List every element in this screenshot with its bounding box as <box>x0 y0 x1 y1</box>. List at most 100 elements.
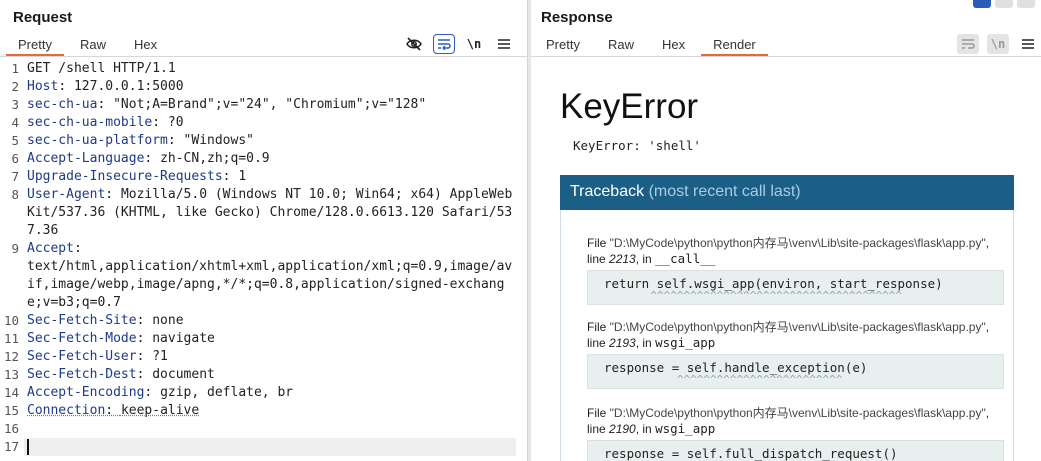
tab-pretty[interactable]: Pretty <box>532 36 594 56</box>
line-content: Sec-Fetch-Mode: navigate <box>24 330 527 348</box>
error-message: KeyError: 'shell' <box>573 138 701 153</box>
line-number: 16 <box>3 421 19 436</box>
header-value: GET /shell HTTP/1.1 <box>27 61 176 76</box>
wrap-lines-icon[interactable] <box>433 34 455 54</box>
request-tabs: Pretty Raw Hex <box>4 36 171 56</box>
frame-path: "D:\MyCode\python\python内存马\venv\Lib\sit… <box>609 406 986 420</box>
hamburger-menu-icon[interactable] <box>493 34 515 54</box>
line-number: 12 <box>3 349 19 364</box>
frame-code: return self.wsgi_app(environ, start_resp… <box>587 270 1004 305</box>
line-content: sec-ch-ua-platform: "Windows" <box>24 132 527 150</box>
frame-carets: ^^^^^^^^^^^^^^^^^^^^^^^^^^^^^^^^^^^^^^ <box>604 289 903 302</box>
frame-carets: ^^^^^^^^^^^^^^^^^^^^^^^^^ <box>604 373 843 386</box>
request-toolbar: \n <box>403 34 515 54</box>
header-key: Accept-Encoding <box>27 385 145 400</box>
request-title: Request <box>13 9 73 26</box>
header-separator: : <box>105 403 121 418</box>
editor-line[interactable]: 8 User-Agent: Mozilla/5.0 (Windows NT 10.… <box>0 186 527 240</box>
frame-file-prefix: File <box>587 320 610 334</box>
tab-divider <box>531 56 1041 57</box>
editor-line[interactable]: 17 <box>0 438 527 456</box>
layout-horizontal-icon[interactable] <box>995 0 1013 8</box>
wrap-lines-icon[interactable] <box>957 34 979 54</box>
header-separator: : <box>222 169 239 184</box>
header-separator: : <box>136 367 153 382</box>
frame-function: wsgi_app <box>655 421 716 436</box>
traceback-frame: File "D:\MyCode\python\python内存马\venv\Li… <box>587 406 1004 461</box>
editor-line[interactable]: 7 Upgrade-Insecure-Requests: 1 <box>0 168 527 186</box>
editor-line[interactable]: 1 GET /shell HTTP/1.1 <box>0 60 527 78</box>
editor-line[interactable]: 6 Accept-Language: zh-CN,zh;q=0.9 <box>0 150 527 168</box>
header-separator: : <box>167 133 184 148</box>
tab-hex[interactable]: Hex <box>648 36 699 56</box>
header-key: User-Agent <box>27 187 106 202</box>
header-key: Sec-Fetch-Site <box>27 313 137 328</box>
traceback-body: File "D:\MyCode\python\python内存马\venv\Li… <box>560 210 1014 461</box>
layout-split-icon[interactable] <box>973 0 991 8</box>
traceback-header: Traceback (most recent call last) <box>560 175 1014 210</box>
eye-slash-icon[interactable] <box>403 34 425 54</box>
request-editor[interactable]: 1 GET /shell HTTP/1.1 2 Host: 127.0.0.1:500… <box>0 60 527 461</box>
newline-toggle-button[interactable]: \n <box>987 34 1009 54</box>
traceback-label: Traceback <box>570 183 645 200</box>
editor-line[interactable]: 5 sec-ch-ua-platform: "Windows" <box>0 132 527 150</box>
editor-line[interactable]: 2 Host: 127.0.0.1:5000 <box>0 78 527 96</box>
text-caret <box>27 439 29 455</box>
editor-line[interactable]: 9 Accept: text/html,application/xhtml+xml,… <box>0 240 527 312</box>
header-key: Sec-Fetch-User <box>27 349 137 364</box>
tab-pretty[interactable]: Pretty <box>4 36 66 56</box>
line-number: 11 <box>3 331 19 346</box>
header-value: ?0 <box>167 115 184 130</box>
header-separator: : <box>136 313 153 328</box>
editor-line[interactable]: 12 Sec-Fetch-User: ?1 <box>0 348 527 366</box>
newline-toggle-button[interactable]: \n <box>463 34 485 54</box>
frame-code-line: response = self.full_dispatch_request() <box>604 446 898 461</box>
layout-vertical-icon[interactable] <box>1017 0 1035 8</box>
tab-hex[interactable]: Hex <box>120 36 171 56</box>
editor-line[interactable]: 3 sec-ch-ua: "Not;A=Brand";v="24", "Chrom… <box>0 96 527 114</box>
line-number: 1 <box>11 61 19 76</box>
editor-line[interactable]: 10 Sec-Fetch-Site: none <box>0 312 527 330</box>
editor-line[interactable]: 16 <box>0 420 527 438</box>
hamburger-menu-icon[interactable] <box>1017 34 1039 54</box>
tab-raw[interactable]: Raw <box>66 36 120 56</box>
header-separator: : <box>105 187 121 202</box>
frame-path: "D:\MyCode\python\python内存马\venv\Lib\sit… <box>609 320 986 334</box>
frame-location: File "D:\MyCode\python\python内存马\venv\Li… <box>587 320 1004 351</box>
header-key: Accept <box>27 241 74 256</box>
editor-line[interactable]: 14 Accept-Encoding: gzip, deflate, br <box>0 384 527 402</box>
render-view: KeyError KeyError: 'shell' Traceback (mo… <box>531 60 1041 461</box>
tab-render[interactable]: Render <box>699 36 770 56</box>
header-key: Sec-Fetch-Mode <box>27 331 137 346</box>
editor-line[interactable]: 13 Sec-Fetch-Dest: document <box>0 366 527 384</box>
frame-file-prefix: File <box>587 406 610 420</box>
editor-line[interactable]: 15 Connection: keep-alive <box>0 402 527 420</box>
line-number: 9 <box>11 241 19 256</box>
editor-line[interactable]: 4 sec-ch-ua-mobile: ?0 <box>0 114 527 132</box>
line-number: 17 <box>3 439 19 454</box>
tab-raw[interactable]: Raw <box>594 36 648 56</box>
frame-location: File "D:\MyCode\python\python内存马\venv\Li… <box>587 406 1004 437</box>
header-value: ?1 <box>152 349 168 364</box>
error-title: KeyError <box>560 87 699 126</box>
header-separator: : <box>58 79 74 94</box>
frame-in-prefix: , in <box>635 252 656 266</box>
frame-path: "D:\MyCode\python\python内存马\venv\Lib\sit… <box>609 236 986 250</box>
header-value: gzip, deflate, br <box>160 385 294 400</box>
header-value: document <box>152 367 215 382</box>
header-key: Accept-Language <box>27 151 145 166</box>
line-content: GET /shell HTTP/1.1 <box>24 60 527 78</box>
header-separator: : <box>152 115 168 130</box>
line-number: 10 <box>3 313 19 328</box>
frame-location: File "D:\MyCode\python\python内存马\venv\Li… <box>587 236 1004 267</box>
response-title: Response <box>541 9 613 26</box>
header-separator: : <box>97 97 114 112</box>
line-content: sec-ch-ua-mobile: ?0 <box>24 114 527 132</box>
line-content: Accept-Encoding: gzip, deflate, br <box>24 384 527 402</box>
frame-line-number: 2213 <box>609 252 636 266</box>
line-number: 2 <box>11 79 19 94</box>
editor-line[interactable]: 11 Sec-Fetch-Mode: navigate <box>0 330 527 348</box>
line-content: Host: 127.0.0.1:5000 <box>24 78 527 96</box>
traceback-frame: File "D:\MyCode\python\python内存马\venv\Li… <box>587 236 1004 305</box>
traceback-sub: (most recent call last) <box>648 183 801 200</box>
